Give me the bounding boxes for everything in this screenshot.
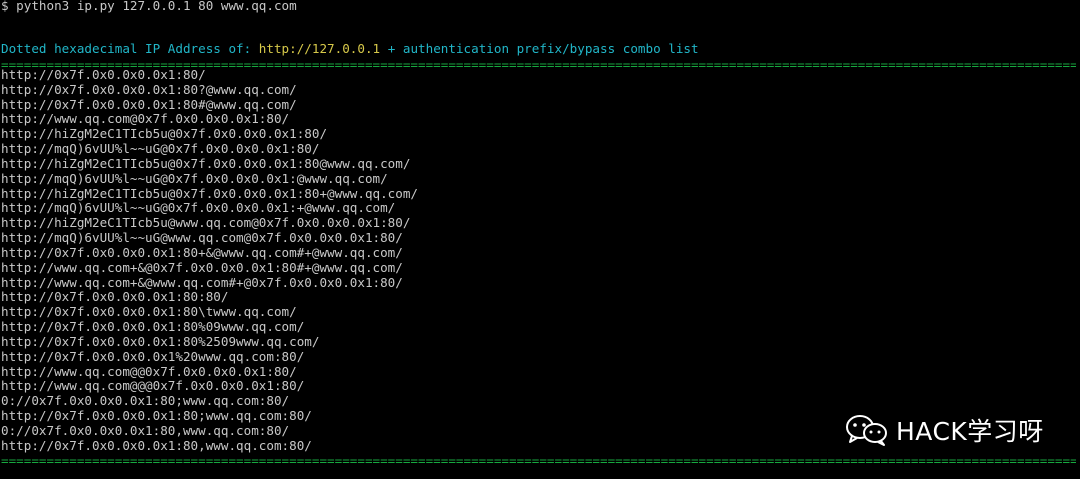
output-line: http://0x7f.0x0.0x0.0x1:80?@www.qq.com/ [1, 81, 297, 97]
output-line: http://0x7f.0x0.0x0.0x1:80:80/ [1, 289, 229, 305]
output-line: http://www.qq.com+&@www.qq.com#+@0x7f.0x… [1, 274, 403, 290]
command-line: $ python3 ip.py 127.0.0.1 80 www.qq.com [1, 0, 297, 13]
output-line: http://0x7f.0x0.0x0.0x1:80;www.qq.com:80… [1, 408, 312, 424]
header-target: http://127.0.0.1 [258, 41, 381, 56]
output-line: http://0x7f.0x0.0x0.0x1:80%09www.qq.com/ [1, 319, 305, 335]
separator-bottom: ========================================… [1, 453, 1076, 468]
header-label: Dotted hexadecimal IP Address of: [1, 41, 259, 56]
output-line: http://0x7f.0x0.0x0.0x1:80#@www.qq.com/ [1, 96, 297, 112]
output-line: http://0x7f.0x0.0x0.0x1%20www.qq.com:80/ [1, 348, 305, 364]
output-line: http://0x7f.0x0.0x0.0x1:80+&@www.qq.com#… [1, 244, 403, 260]
watermark-text: HACK学习呀 [896, 417, 1044, 446]
output-line: http://www.qq.com@@@0x7f.0x0.0x0.0x1:80/ [1, 378, 305, 394]
output-line: http://mqQ)6vUU%l~~uG@www.qq.com@0x7f.0x… [1, 230, 403, 246]
output-line: 0://0x7f.0x0.0x0.0x1:80;www.qq.com:80/ [1, 393, 290, 409]
output-line: http://hiZgM2eC1TIcb5u@0x7f.0x0.0x0.0x1:… [1, 155, 411, 171]
terminal-window[interactable]: $ python3 ip.py 127.0.0.1 80 www.qq.com … [1, 0, 1079, 479]
output-line: http://hiZgM2eC1TIcb5u@0x7f.0x0.0x0.0x1:… [1, 185, 419, 201]
output-line: http://www.qq.com+&@0x7f.0x0.0x0.0x1:80#… [1, 259, 403, 275]
output-line: 0://0x7f.0x0.0x0.0x1:80,www.qq.com:80/ [1, 422, 290, 438]
output-line: http://hiZgM2eC1TIcb5u@www.qq.com@0x7f.0… [1, 215, 411, 231]
output-line: http://0x7f.0x0.0x0.0x1:80/ [1, 67, 206, 82]
output-line: http://0x7f.0x0.0x0.0x1:80,www.qq.com:80… [1, 437, 312, 453]
output-line: http://0x7f.0x0.0x0.0x1:80\twww.qq.com/ [1, 304, 297, 320]
output-line: http://0x7f.0x0.0x0.0x1:80%2509www.qq.co… [1, 333, 320, 349]
output-header: Dotted hexadecimal IP Address of: http:/… [1, 41, 699, 56]
header-suffix: + authentication prefix/bypass combo lis… [380, 41, 699, 56]
output-line: http://mqQ)6vUU%l~~uG@0x7f.0x0.0x0.0x1:8… [1, 141, 320, 157]
url-list: http://0x7f.0x0.0x0.0x1:80/http://0x7f.0… [1, 67, 419, 454]
watermark: HACK学习呀 [844, 413, 1054, 447]
output-line: http://mqQ)6vUU%l~~uG@0x7f.0x0.0x0.0x1:+… [1, 200, 396, 216]
output-line: http://hiZgM2eC1TIcb5u@0x7f.0x0.0x0.0x1:… [1, 126, 328, 142]
output-line: http://mqQ)6vUU%l~~uG@0x7f.0x0.0x0.0x1:@… [1, 170, 388, 186]
wechat-icon [846, 415, 887, 446]
output-line: http://www.qq.com@0x7f.0x0.0x0.0x1:80/ [1, 111, 290, 127]
output-line: http://www.qq.com@@0x7f.0x0.0x0.0x1:80/ [1, 363, 297, 379]
